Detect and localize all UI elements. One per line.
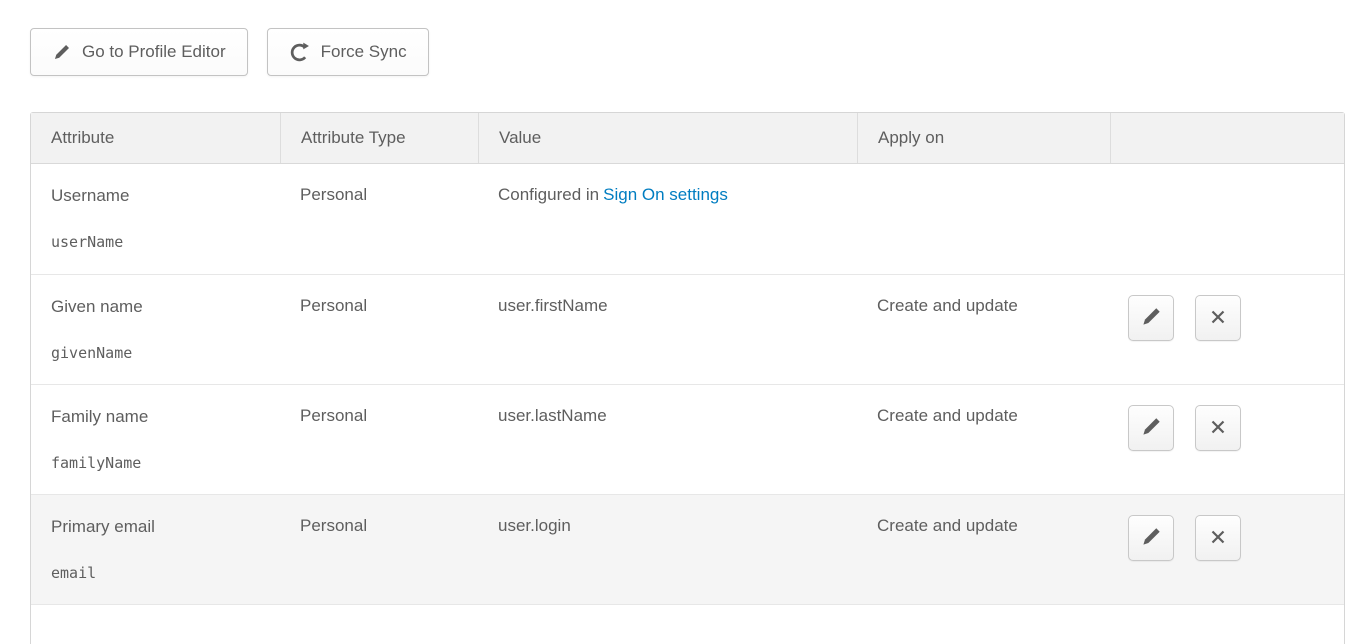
pencil-icon [1140,306,1162,331]
apply-on-cell [857,164,1110,274]
apply-on-cell: Create and update [857,275,1110,384]
table-row: Primary email email Personal user.login … [31,494,1344,604]
attribute-label: Primary email [51,516,270,538]
column-header-apply-on: Apply on [857,113,1110,163]
actions-cell [1110,164,1344,274]
actions-cell [1110,275,1344,384]
refresh-icon [289,42,310,63]
value-cell: user.login [478,495,857,604]
delete-attribute-button[interactable] [1195,405,1241,451]
apply-on-cell: Create and update [857,495,1110,604]
column-header-value: Value [478,113,857,163]
x-icon [1208,417,1228,440]
attribute-mapping-table: Attribute Attribute Type Value Apply on … [30,112,1345,644]
table-row: Family name familyName Personal user.las… [31,384,1344,494]
attribute-type-cell: Personal [280,495,478,604]
attribute-variable-name: userName [51,233,270,251]
go-to-profile-editor-label: Go to Profile Editor [82,42,226,62]
value-text: Configured in [498,185,599,204]
value-cell: user.firstName [478,275,857,384]
table-row: Username userName Personal Configured in… [31,164,1344,274]
sign-on-settings-link[interactable]: Sign On settings [603,185,728,204]
table-row: Given name givenName Personal user.first… [31,274,1344,384]
pencil-icon [1140,526,1162,551]
attribute-cell: Family name familyName [31,385,280,494]
attribute-label: Username [51,185,270,207]
force-sync-label: Force Sync [321,42,407,62]
column-header-attribute-type: Attribute Type [280,113,478,163]
x-icon [1208,527,1228,550]
toolbar: Go to Profile Editor Force Sync [30,28,429,76]
column-header-attribute: Attribute [31,113,280,163]
pencil-icon [1140,416,1162,441]
attribute-label: Given name [51,296,270,318]
attribute-variable-name: email [51,564,270,582]
apply-on-cell: Create and update [857,385,1110,494]
attribute-cell: Given name givenName [31,275,280,384]
delete-attribute-button[interactable] [1195,295,1241,341]
actions-cell [1110,495,1344,604]
attribute-cell: Primary email email [31,495,280,604]
column-header-actions [1110,113,1344,163]
attribute-cell: Username userName [31,164,280,274]
attribute-type-cell: Personal [280,275,478,384]
edit-attribute-button[interactable] [1128,405,1174,451]
go-to-profile-editor-button[interactable]: Go to Profile Editor [30,28,248,76]
value-cell: Configured inSign On settings [478,164,857,274]
attribute-variable-name: givenName [51,344,270,362]
table-header-row: Attribute Attribute Type Value Apply on [31,113,1344,164]
force-sync-button[interactable]: Force Sync [267,28,429,76]
x-icon [1208,307,1228,330]
value-cell: user.lastName [478,385,857,494]
attribute-type-cell: Personal [280,385,478,494]
delete-attribute-button[interactable] [1195,515,1241,561]
edit-attribute-button[interactable] [1128,295,1174,341]
attribute-variable-name: familyName [51,454,270,472]
empty-table-row [31,604,1344,644]
pencil-icon [52,43,71,62]
actions-cell [1110,385,1344,494]
attribute-label: Family name [51,406,270,428]
edit-attribute-button[interactable] [1128,515,1174,561]
attribute-type-cell: Personal [280,164,478,274]
